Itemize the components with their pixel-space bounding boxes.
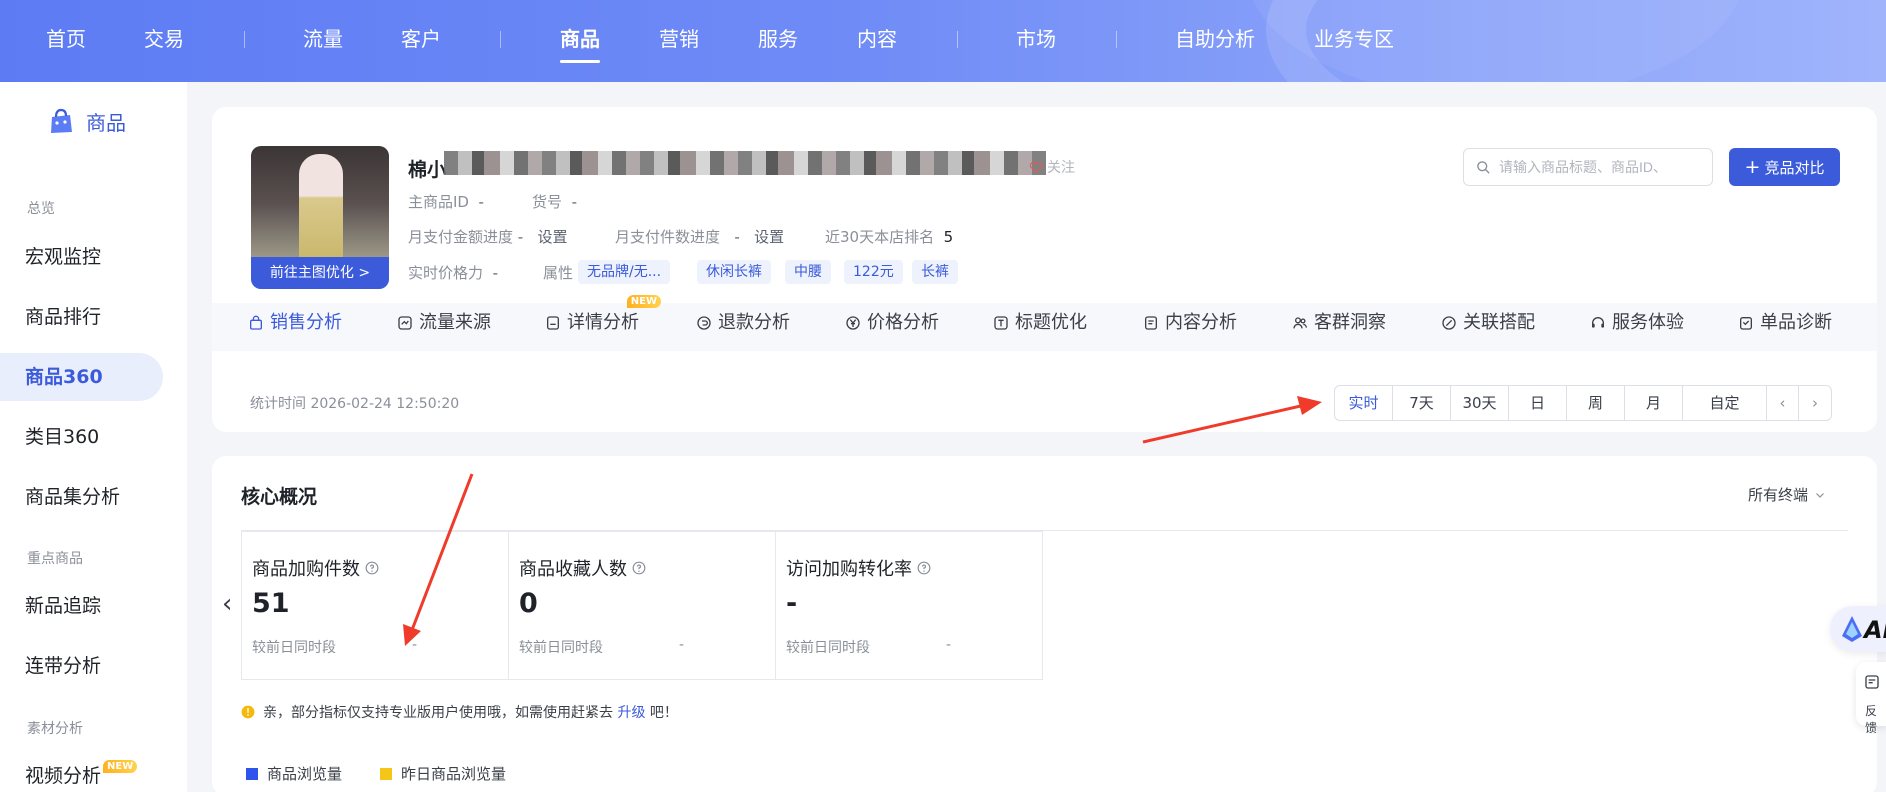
feedback-label: 反馈 <box>1865 704 1878 735</box>
annotation-arrows <box>403 396 1322 646</box>
ai-logo-icon <box>1842 616 1862 642</box>
ai-label: AI <box>1864 616 1886 644</box>
annotation-arrow-to-metric <box>410 473 474 631</box>
feedback-button[interactable]: 反馈 <box>1856 662 1886 735</box>
annotation-arrow-to-range <box>1142 403 1306 444</box>
feedback-icon <box>1865 675 1879 689</box>
ai-assistant-button[interactable]: AI <box>1830 606 1886 652</box>
annotation-arrowhead <box>1297 396 1322 415</box>
